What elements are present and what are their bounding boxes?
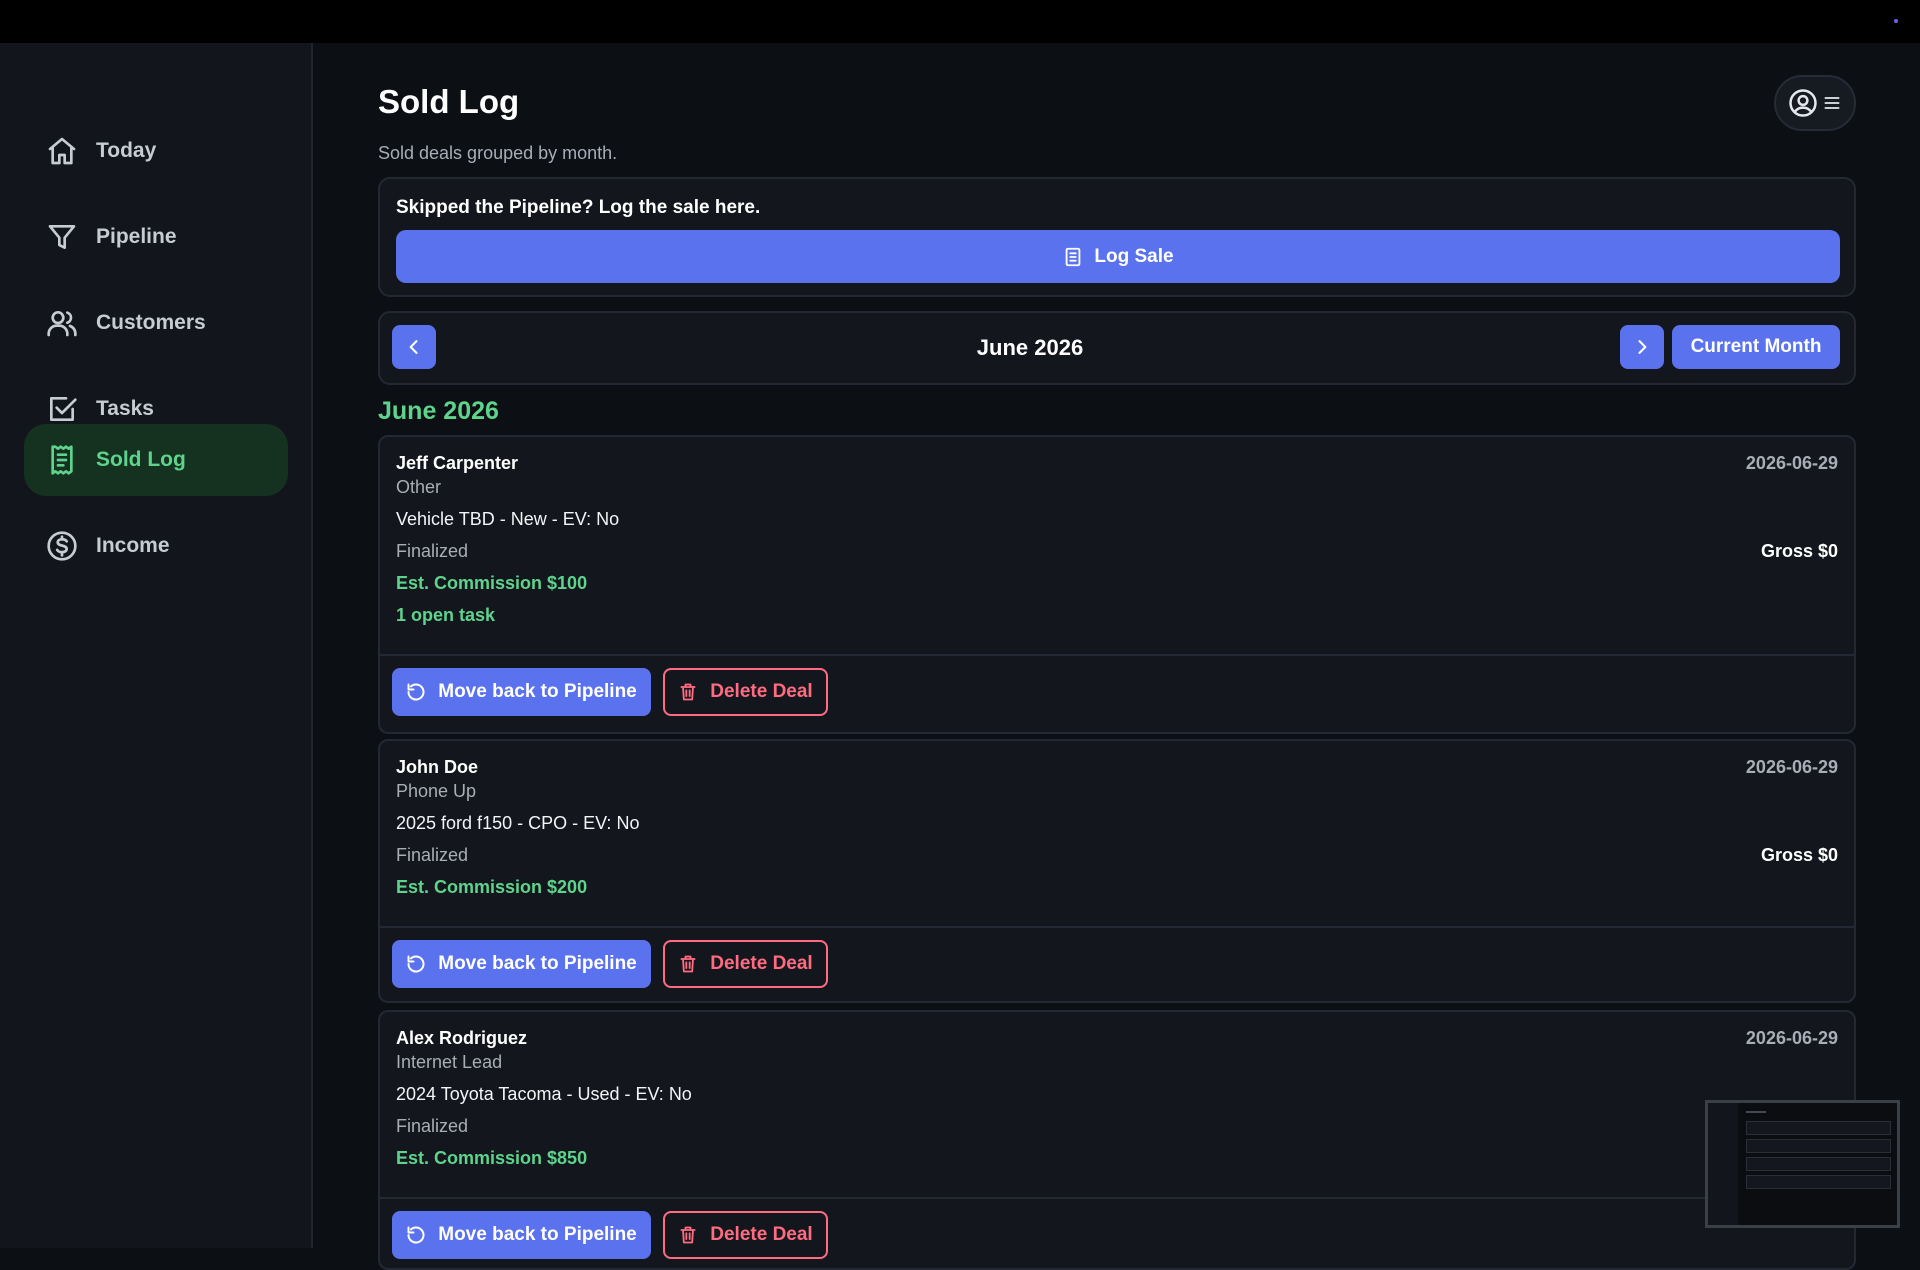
menu-icon <box>1824 97 1840 109</box>
deal-actions: Move back to Pipeline Delete Deal <box>380 654 1854 732</box>
move-back-label: Move back to Pipeline <box>438 1224 637 1245</box>
sidebar-item-label: Tasks <box>96 397 154 420</box>
delete-deal-button[interactable]: Delete Deal <box>663 668 828 716</box>
deal-card: Jeff Carpenter 2026-06-29 Other Vehicle … <box>378 435 1856 734</box>
thumbnail-card <box>1746 1121 1891 1135</box>
delete-deal-label: Delete Deal <box>710 681 813 702</box>
gross-amount: Gross $0 <box>1760 845 1838 865</box>
customer-name: Jeff Carpenter <box>396 453 519 473</box>
customer-name: John Doe <box>396 757 479 777</box>
est-commission: Est. Commission $100 <box>396 573 588 593</box>
page-subtitle: Sold deals grouped by month. <box>378 143 618 163</box>
chevron-right-icon <box>1638 340 1647 354</box>
funnel-icon <box>48 225 76 249</box>
trash-icon <box>680 1226 696 1244</box>
current-month-button[interactable]: Current Month <box>1672 325 1840 369</box>
thumbnail-card <box>1746 1139 1891 1153</box>
sidebar-item-label: Sold Log <box>96 448 186 471</box>
vehicle-info: 2024 Toyota Tacoma - Used - EV: No <box>396 1084 692 1104</box>
sidebar-item-today[interactable]: Today <box>24 115 288 187</box>
deal-card: Alex Rodriguez 2026-06-29 Internet Lead … <box>378 1010 1856 1270</box>
status-dot <box>1894 19 1898 23</box>
delete-deal-label: Delete Deal <box>710 953 813 974</box>
sidebar-item-label: Income <box>96 534 170 557</box>
users-icon <box>47 311 77 337</box>
delete-deal-button[interactable]: Delete Deal <box>663 1211 828 1259</box>
move-back-label: Move back to Pipeline <box>438 681 637 702</box>
thumbnail-card <box>1746 1175 1891 1189</box>
log-sale-label: Log Sale <box>1094 245 1174 267</box>
sidebar-item-label: Pipeline <box>96 225 177 248</box>
deal-status: Finalized <box>396 1116 469 1136</box>
lead-source: Other <box>396 477 442 497</box>
checkbox-icon <box>50 397 77 421</box>
month-group-heading: June 2026 <box>378 397 499 425</box>
lead-source: Phone Up <box>396 781 477 801</box>
move-back-label: Move back to Pipeline <box>438 953 637 974</box>
deal-actions: Move back to Pipeline Delete Deal <box>380 1197 1854 1268</box>
log-sale-panel: Skipped the Pipeline? Log the sale here.… <box>378 177 1856 297</box>
month-navigator: June 2026 Current Month <box>378 311 1856 385</box>
sidebar-item-customers[interactable]: Customers <box>24 287 288 359</box>
est-commission: Est. Commission $200 <box>396 877 588 897</box>
deal-date: 2026-06-29 <box>1745 453 1838 473</box>
sidebar-item-pipeline[interactable]: Pipeline <box>24 201 288 273</box>
deal-date: 2026-06-29 <box>1745 757 1838 777</box>
document-icon <box>1066 247 1081 266</box>
deal-actions: Move back to Pipeline Delete Deal <box>380 926 1854 1001</box>
sidebar-item-sold-log[interactable]: Sold Log <box>24 424 288 496</box>
month-label: June 2026 <box>976 335 1084 360</box>
dollar-circle-icon <box>47 531 77 561</box>
move-back-to-pipeline-button[interactable]: Move back to Pipeline <box>392 940 651 988</box>
log-sale-prompt: Skipped the Pipeline? Log the sale here. <box>396 197 761 218</box>
rotate-ccw-icon <box>407 1226 425 1244</box>
thumbnail-title <box>1746 1111 1766 1113</box>
user-circle-icon <box>1789 89 1817 117</box>
window-top-bar <box>0 0 1920 43</box>
deal-status: Finalized <box>396 845 469 865</box>
open-tasks-count: 1 open task <box>396 605 496 625</box>
account-menu-button[interactable] <box>1774 75 1856 131</box>
move-back-to-pipeline-button[interactable]: Move back to Pipeline <box>392 668 651 716</box>
deal-card: John Doe 2026-06-29 Phone Up 2025 ford f… <box>378 739 1856 1003</box>
vehicle-info: Vehicle TBD - New - EV: No <box>396 509 620 529</box>
thumbnail-card <box>1746 1157 1891 1171</box>
rotate-ccw-icon <box>407 683 425 701</box>
trash-icon <box>680 683 696 701</box>
trash-icon <box>680 955 696 973</box>
log-sale-button[interactable]: Log Sale <box>396 230 1840 283</box>
thumbnail-sidebar <box>1708 1103 1738 1225</box>
page-title: Sold Log <box>378 83 520 120</box>
next-month-button[interactable] <box>1620 325 1664 369</box>
sidebar-item-label: Customers <box>96 311 206 334</box>
delete-deal-button[interactable]: Delete Deal <box>663 940 828 988</box>
rotate-ccw-icon <box>407 955 425 973</box>
sidebar-item-label: Today <box>96 139 157 162</box>
sidebar: Today Pipeline Customers Tasks Sold Log … <box>0 43 313 1248</box>
deal-status: Finalized <box>396 541 469 561</box>
delete-deal-label: Delete Deal <box>710 1224 813 1245</box>
vehicle-info: 2025 ford f150 - CPO - EV: No <box>396 813 640 833</box>
deal-date: 2026-06-29 <box>1745 1028 1838 1048</box>
gross-amount: Gross $0 <box>1760 541 1838 561</box>
home-icon <box>48 137 76 165</box>
lead-source: Internet Lead <box>396 1052 503 1072</box>
est-commission: Est. Commission $850 <box>396 1148 588 1168</box>
customer-name: Alex Rodriguez <box>396 1028 528 1048</box>
move-back-to-pipeline-button[interactable]: Move back to Pipeline <box>392 1211 651 1259</box>
screenshot-thumbnail[interactable] <box>1705 1100 1900 1228</box>
sidebar-item-income[interactable]: Income <box>24 510 288 582</box>
receipt-icon <box>51 445 73 475</box>
